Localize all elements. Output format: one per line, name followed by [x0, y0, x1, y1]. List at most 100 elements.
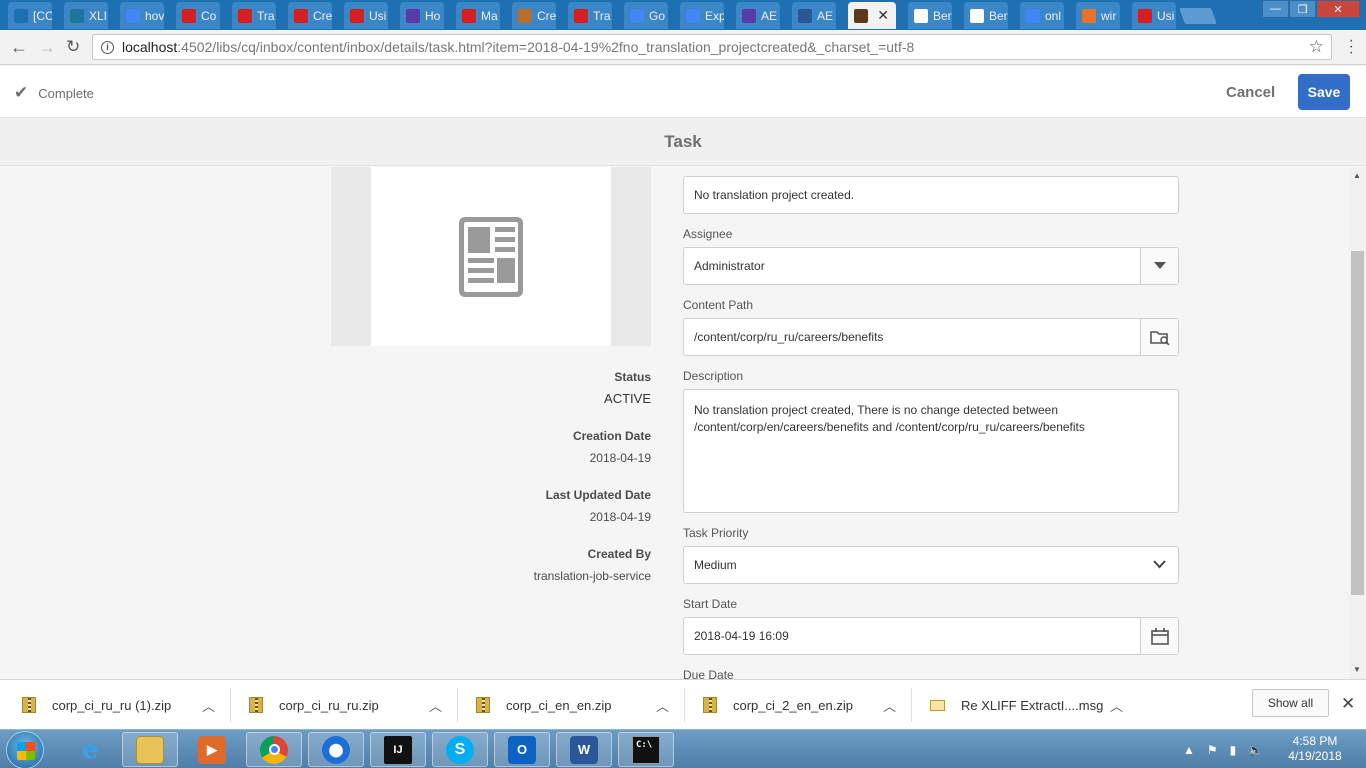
chevron-up-icon[interactable]: ︿: [883, 696, 896, 715]
back-icon[interactable]: ←: [10, 37, 28, 58]
browser-tab[interactable]: Go: [624, 2, 668, 29]
close-tab-icon[interactable]: ✕: [877, 7, 889, 24]
window-controls: — ❐ ✕: [1262, 0, 1360, 18]
bookmark-star-icon[interactable]: ☆: [1309, 37, 1324, 57]
info-icon[interactable]: i: [101, 40, 114, 54]
forward-icon[interactable]: →: [38, 37, 56, 58]
browser-tab-title: AE: [761, 8, 778, 23]
document-icon: [459, 216, 523, 297]
close-downloads-icon[interactable]: ✕: [1341, 694, 1355, 714]
browser-tab[interactable]: Usi: [1132, 2, 1176, 29]
download-item[interactable]: corp_ci_ru_ru.zip ︿: [249, 680, 442, 730]
browser-tab[interactable]: AE: [792, 2, 836, 29]
chevron-up-icon[interactable]: ︿: [656, 696, 669, 715]
mail-file-icon: [930, 699, 945, 711]
chevron-up-icon[interactable]: ︿: [1110, 696, 1123, 715]
content-path-field[interactable]: /content/corp/ru_ru/careers/benefits: [683, 318, 1179, 356]
favicon-icon: [350, 8, 364, 23]
window-close-button[interactable]: ✕: [1316, 0, 1360, 18]
reload-icon[interactable]: ↻: [66, 37, 80, 57]
cancel-button[interactable]: Cancel: [1214, 74, 1287, 110]
taskbar-outlook[interactable]: O: [494, 732, 550, 767]
task-priority-select[interactable]: Medium: [683, 546, 1179, 584]
browser-tab[interactable]: wir: [1076, 2, 1120, 29]
chevron-up-icon[interactable]: ︿: [202, 696, 215, 715]
browser-tab[interactable]: Tra: [568, 2, 612, 29]
new-tab-button[interactable]: [1179, 8, 1217, 24]
browser-tab[interactable]: XLI: [64, 2, 108, 29]
taskbar-chrome[interactable]: [246, 732, 302, 767]
favicon-icon: [182, 8, 196, 23]
browser-tab[interactable]: AE: [736, 2, 780, 29]
favicon-icon: [14, 8, 28, 23]
browser-tab[interactable]: Ho: [400, 2, 444, 29]
description-textarea[interactable]: No translation project created, There is…: [683, 389, 1179, 513]
taskbar-maps[interactable]: ⬤: [308, 732, 364, 767]
browser-tab[interactable]: onl: [1020, 2, 1064, 29]
taskbar-explorer[interactable]: [122, 732, 178, 767]
battery-icon[interactable]: ▮: [1230, 743, 1237, 757]
browser-tab[interactable]: Exp: [680, 2, 724, 29]
browser-tab[interactable]: Ber: [964, 2, 1008, 29]
browser-tab-title: Ber: [933, 8, 952, 23]
taskbar-skype[interactable]: S: [432, 732, 488, 767]
browser-tab[interactable]: [CC: [8, 2, 52, 29]
browser-tab[interactable]: Cre: [288, 2, 332, 29]
zip-file-icon: [249, 697, 263, 713]
browser-tab[interactable]: Co: [176, 2, 220, 29]
browse-path-button[interactable]: [1140, 319, 1178, 355]
content-scrollbar[interactable]: ▲ ▼: [1349, 167, 1366, 679]
assignee-value: Administrator: [694, 259, 765, 273]
chevron-up-icon[interactable]: ︿: [429, 696, 442, 715]
assignee-select[interactable]: Administrator: [683, 247, 1179, 285]
system-clock[interactable]: 4:58 PM 4/19/2018: [1280, 734, 1350, 764]
browser-menu-icon[interactable]: · · ·: [1349, 33, 1354, 61]
taskbar-word[interactable]: W: [556, 732, 612, 767]
favicon-icon: [574, 8, 588, 23]
scrollbar-thumb[interactable]: [1351, 251, 1364, 595]
save-button[interactable]: Save: [1298, 74, 1350, 110]
maximize-button[interactable]: ❐: [1289, 0, 1316, 18]
chevron-down-icon: [1153, 558, 1166, 572]
browser-tab[interactable]: Usi: [344, 2, 388, 29]
browser-tab[interactable]: Ma: [456, 2, 500, 29]
browser-tab[interactable]: Tra: [232, 2, 276, 29]
taskbar-intellij[interactable]: IJ: [370, 732, 426, 767]
browser-tab[interactable]: ✕: [848, 2, 896, 29]
content-path-label: Content Path: [683, 298, 754, 312]
browser-tab-title: XLI: [89, 8, 108, 23]
url-host: localhost: [122, 39, 178, 55]
favicon-icon: [1082, 8, 1096, 23]
favicon-icon: [70, 8, 84, 23]
download-item[interactable]: corp_ci_ru_ru (1).zip ︿: [22, 680, 215, 730]
taskbar-ie[interactable]: e: [62, 732, 118, 767]
start-date-field[interactable]: 2018-04-19 16:09: [683, 617, 1179, 655]
taskbar-cmd[interactable]: C:\: [618, 732, 674, 767]
zip-file-icon: [476, 697, 490, 713]
due-date-label: Due Date: [683, 668, 734, 679]
status-label: Status: [614, 370, 651, 384]
browser-tab[interactable]: hov: [120, 2, 164, 29]
scroll-down-icon[interactable]: ▼: [1353, 665, 1361, 674]
show-hidden-icons-icon[interactable]: ▲: [1183, 743, 1195, 757]
title-field[interactable]: No translation project created.: [683, 176, 1179, 214]
download-item[interactable]: corp_ci_2_en_en.zip ︿: [703, 680, 896, 730]
minimize-button[interactable]: —: [1262, 0, 1289, 18]
download-item[interactable]: corp_ci_en_en.zip ︿: [476, 680, 669, 730]
browser-tab-title: Cre: [537, 8, 556, 23]
volume-icon[interactable]: 🔈: [1248, 743, 1263, 757]
scroll-up-icon[interactable]: ▲: [1353, 171, 1361, 180]
download-item[interactable]: Re XLIFF ExtractI....msg ︿: [930, 680, 1123, 730]
assignee-dropdown-button[interactable]: [1140, 248, 1178, 284]
show-all-button[interactable]: Show all: [1252, 689, 1329, 717]
action-center-flag-icon[interactable]: ⚑: [1207, 743, 1218, 757]
browser-tab[interactable]: Cre: [512, 2, 556, 29]
start-date-picker-button[interactable]: [1140, 618, 1178, 654]
taskbar-media[interactable]: ▶: [184, 732, 240, 767]
complete-button[interactable]: ✔ Complete: [14, 83, 94, 103]
favicon-icon: [854, 8, 868, 23]
status-value: ACTIVE: [604, 391, 651, 406]
start-button[interactable]: [6, 731, 44, 768]
browser-tab[interactable]: Ber: [908, 2, 952, 29]
address-bar[interactable]: i localhost:4502/libs/cq/inbox/content/i…: [92, 34, 1332, 60]
